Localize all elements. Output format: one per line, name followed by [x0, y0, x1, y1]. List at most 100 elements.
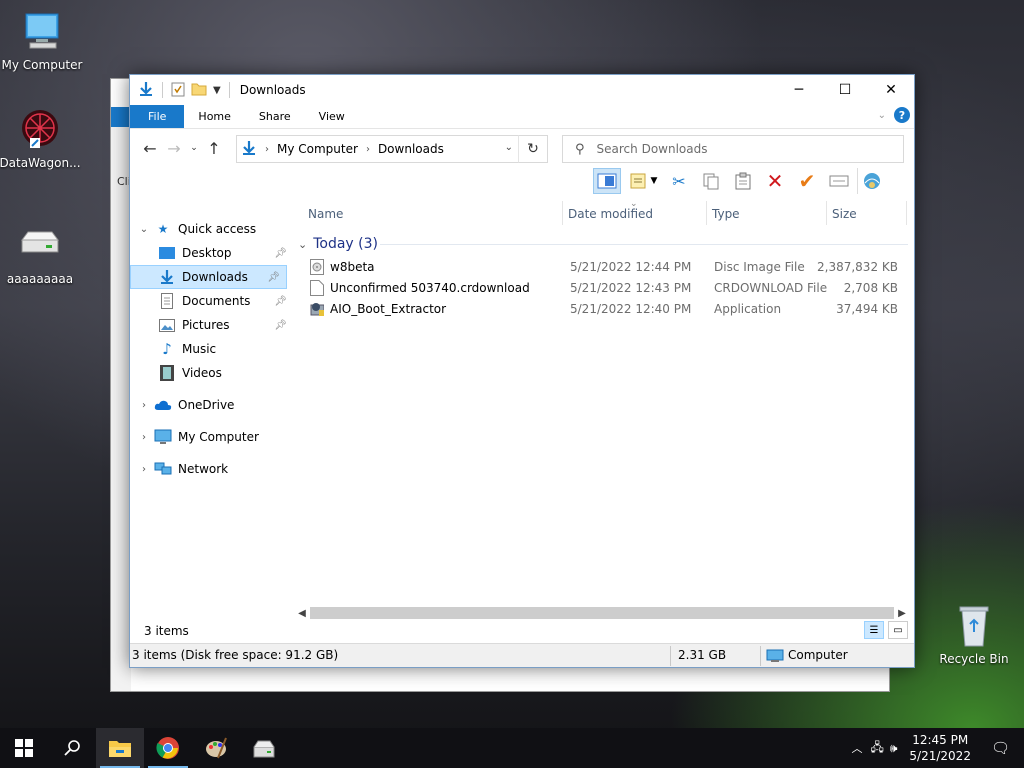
check-icon[interactable]: ✔: [793, 168, 821, 194]
column-header-size[interactable]: Size: [832, 207, 857, 221]
expand-chevron-icon[interactable]: ›: [134, 432, 154, 443]
file-row[interactable]: AIO_Boot_Extractor 5/21/2022 12:40 PM Ap…: [294, 299, 914, 320]
breadcrumb-separator[interactable]: ›: [366, 144, 370, 155]
expand-chevron-icon[interactable]: ›: [134, 464, 154, 475]
group-header-today[interactable]: ⌄ Today (3): [294, 231, 914, 257]
file-name: Unconfirmed 503740.crdownload: [330, 281, 530, 295]
notification-center-icon[interactable]: 🗨︎: [991, 739, 1010, 757]
nav-item-videos[interactable]: Videos: [130, 361, 293, 385]
clock[interactable]: 12:45 PM 5/21/2022: [909, 732, 971, 764]
up-button[interactable]: ↑: [202, 136, 226, 160]
desktop-icon-drive[interactable]: aaaaaaaaa: [0, 222, 82, 286]
nav-my-computer[interactable]: › My Computer: [130, 425, 293, 449]
rename-icon[interactable]: [825, 168, 853, 194]
refresh-button[interactable]: ↻: [518, 135, 548, 163]
file-row[interactable]: w8beta 5/21/2022 12:44 PM Disc Image Fil…: [294, 257, 914, 278]
scroll-right-icon[interactable]: ▶: [894, 608, 910, 619]
drive-icon: [253, 740, 275, 758]
expand-chevron-icon[interactable]: ›: [134, 400, 154, 411]
desktop-icon-recycle-bin[interactable]: Recycle Bin: [932, 602, 1016, 666]
column-divider[interactable]: [826, 201, 827, 225]
picture-icon: [158, 317, 176, 333]
tab-file[interactable]: File: [130, 105, 185, 128]
expand-ribbon-icon[interactable]: ⌄: [878, 110, 886, 121]
nav-network[interactable]: › Network: [130, 457, 293, 481]
file-row[interactable]: Unconfirmed 503740.crdownload 5/21/2022 …: [294, 278, 914, 299]
desktop-icon-my-computer[interactable]: My Computer: [0, 8, 84, 72]
taskbar-drive-app[interactable]: [240, 728, 288, 768]
nav-label: Quick access: [178, 222, 257, 236]
pin-icon[interactable]: 📌︎: [274, 296, 287, 307]
explorer-window[interactable]: ▼ Downloads ─ ☐ ✕ File Home Share View ⌄…: [129, 74, 915, 668]
pin-icon[interactable]: 📌︎: [267, 272, 280, 283]
breadcrumb-my-computer[interactable]: My Computer: [277, 142, 358, 156]
network-tray-icon[interactable]: 🖧︎: [870, 738, 883, 759]
address-dropdown-icon[interactable]: ⌄: [505, 142, 513, 153]
back-button[interactable]: ←: [138, 136, 162, 160]
tab-share[interactable]: Share: [245, 105, 305, 128]
taskbar-file-explorer[interactable]: [96, 728, 144, 768]
navigation-pane[interactable]: ⌄ ★ Quick access Desktop 📌︎ Downloads 📌︎…: [130, 201, 294, 643]
titlebar[interactable]: ▼ Downloads ─ ☐ ✕: [130, 75, 914, 105]
forward-button[interactable]: →: [162, 136, 186, 160]
paste-icon[interactable]: [729, 168, 757, 194]
show-hidden-icons-button[interactable]: ︿: [851, 740, 862, 756]
nav-quick-access[interactable]: ⌄ ★ Quick access: [130, 217, 293, 241]
breadcrumb-separator[interactable]: ›: [265, 144, 269, 155]
search-button[interactable]: [48, 728, 96, 768]
volume-icon[interactable]: 🕪︎: [890, 741, 898, 756]
nav-item-pictures[interactable]: Pictures 📌︎: [130, 313, 293, 337]
breadcrumb-downloads[interactable]: Downloads: [378, 142, 444, 156]
column-divider[interactable]: [706, 201, 707, 225]
tab-home[interactable]: Home: [184, 105, 244, 128]
pin-icon[interactable]: 📌︎: [274, 320, 287, 331]
column-divider[interactable]: [906, 201, 907, 225]
column-divider[interactable]: [562, 201, 563, 225]
nav-label: OneDrive: [178, 398, 235, 412]
column-header-type[interactable]: Type: [712, 207, 740, 221]
pin-icon[interactable]: 📌︎: [274, 248, 287, 259]
windows-logo-icon: [15, 739, 33, 757]
help-button[interactable]: ?: [894, 107, 910, 123]
nav-label: Videos: [182, 366, 222, 380]
status-bar: 3 items (Disk free space: 91.2 GB) 2.31 …: [130, 643, 914, 667]
tab-view[interactable]: View: [305, 105, 359, 128]
network-globe-icon[interactable]: [857, 168, 885, 194]
copy-icon[interactable]: [697, 168, 725, 194]
search-input[interactable]: Search Downloads: [597, 142, 708, 156]
recent-locations-button[interactable]: ⌄: [186, 136, 202, 160]
cut-icon[interactable]: ✂: [665, 168, 693, 194]
scrollbar-thumb[interactable]: [310, 607, 894, 619]
large-icons-view-button[interactable]: ▭: [888, 621, 908, 639]
nav-item-music[interactable]: ♪ Music: [130, 337, 293, 361]
maximize-button[interactable]: ☐: [822, 75, 868, 105]
preview-pane-button[interactable]: [593, 168, 621, 194]
column-header-name[interactable]: Name: [308, 207, 343, 221]
properties-icon[interactable]: [171, 81, 185, 100]
nav-item-desktop[interactable]: Desktop 📌︎: [130, 241, 293, 265]
new-folder-icon[interactable]: [191, 82, 207, 99]
desktop-icon-datawagon[interactable]: DataWagon...: [0, 106, 82, 170]
scroll-left-icon[interactable]: ◀: [294, 608, 310, 619]
customize-dropdown-icon[interactable]: ▼: [213, 85, 221, 96]
nav-onedrive[interactable]: › OneDrive: [130, 393, 293, 417]
nav-item-downloads[interactable]: Downloads 📌︎: [130, 265, 287, 289]
clock-time: 12:45 PM: [912, 733, 969, 747]
status-divider: [670, 646, 671, 666]
taskbar-paint[interactable]: [192, 728, 240, 768]
collapse-chevron-icon[interactable]: ⌄: [298, 238, 307, 251]
minimize-button[interactable]: ─: [776, 75, 822, 105]
properties-icon[interactable]: ▼: [625, 168, 661, 194]
details-view-button[interactable]: ☰: [864, 621, 884, 639]
collapse-chevron-icon[interactable]: ⌄: [134, 224, 154, 235]
nav-item-documents[interactable]: Documents 📌︎: [130, 289, 293, 313]
star-icon: ★: [157, 222, 169, 236]
column-header-date[interactable]: Date modified: [568, 207, 653, 221]
close-button[interactable]: ✕: [868, 75, 914, 105]
file-list[interactable]: ⌄ Name Date modified Type Size ⌄ Today (…: [294, 199, 914, 643]
search-box[interactable]: ⚲ Search Downloads: [562, 135, 904, 163]
taskbar-chrome[interactable]: [144, 728, 192, 768]
delete-icon[interactable]: ✕: [761, 168, 789, 194]
address-bar[interactable]: › My Computer › Downloads ⌄: [236, 135, 548, 163]
start-button[interactable]: [0, 728, 48, 768]
